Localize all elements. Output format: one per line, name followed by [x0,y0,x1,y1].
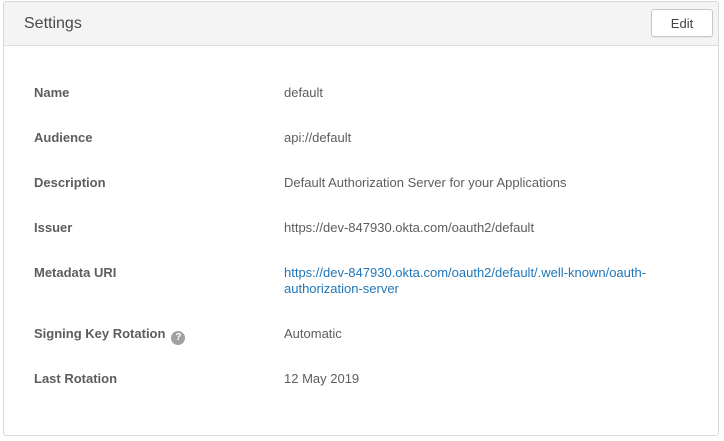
settings-panel: Settings Edit Name default Audience api:… [3,1,719,436]
field-value-audience: api://default [284,130,352,145]
question-circle-icon[interactable]: ? [171,331,186,345]
panel-header: Settings Edit [4,2,718,46]
field-label-signing-key-rotation: Signing Key Rotation? [34,326,186,345]
edit-button[interactable]: Edit [651,9,713,37]
field-value-description: Default Authorization Server for your Ap… [284,175,567,190]
field-value-issuer: https://dev-847930.okta.com/oauth2/defau… [284,220,535,235]
field-label-audience: Audience [34,130,93,145]
field-label-issuer: Issuer [34,220,73,235]
field-value-last-rotation: 12 May 2019 [284,371,360,386]
field-label-description: Description [34,175,106,190]
panel-title: Settings [24,15,82,32]
field-value-name: default [284,85,324,100]
metadata-uri-link[interactable]: https://dev-847930.okta.com/oauth2/defau… [284,265,654,297]
field-value-signing-key-rotation: Automatic [284,326,342,341]
field-label-name: Name [34,85,70,100]
field-label-metadata-uri: Metadata URI [34,265,117,280]
signing-key-rotation-label-text: Signing Key Rotation [34,326,166,341]
field-label-last-rotation: Last Rotation [34,371,118,386]
